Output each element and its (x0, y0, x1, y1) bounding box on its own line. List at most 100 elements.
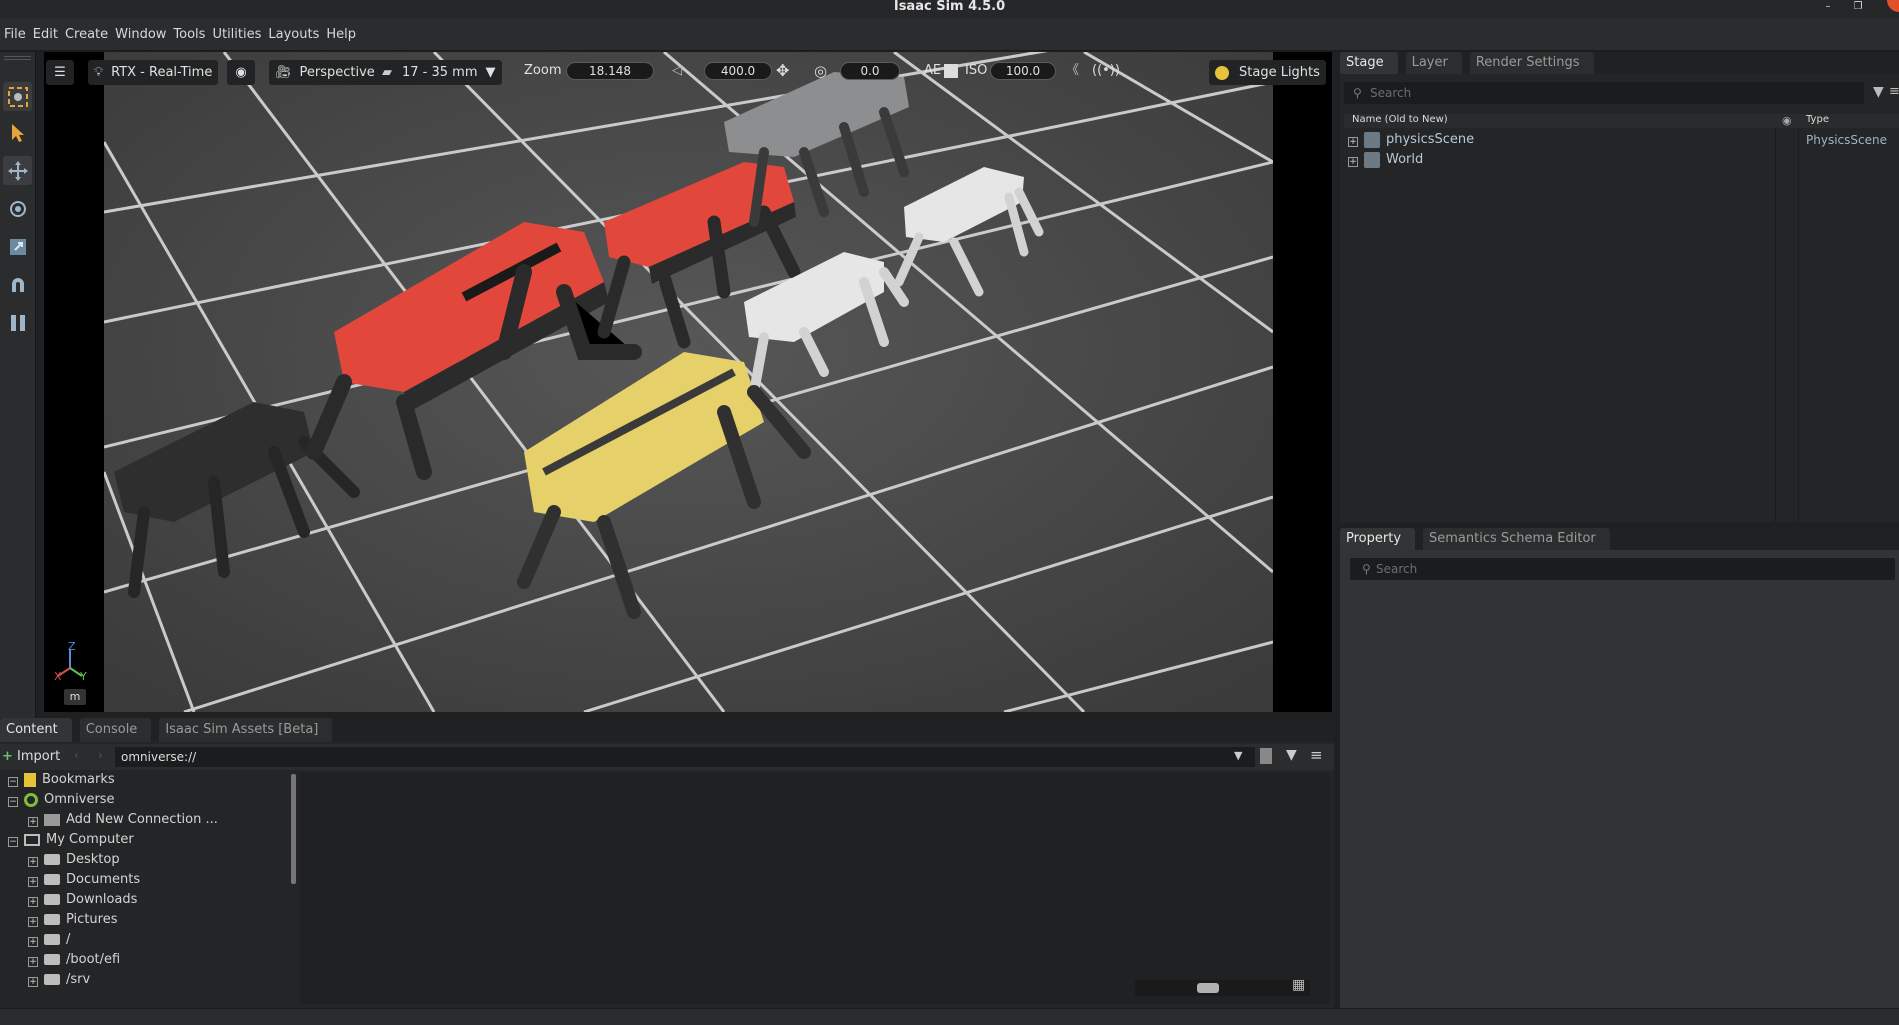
folder-tree-item[interactable]: − My Computer (8, 830, 134, 850)
options-menu-icon[interactable]: ≡ (1310, 746, 1323, 764)
file-grid[interactable] (300, 772, 1330, 1004)
bookmark-icon (24, 772, 36, 787)
folder-tree-item[interactable]: + /boot/efi (28, 950, 120, 970)
col-type-header[interactable]: Type (1806, 114, 1829, 125)
unit-badge[interactable]: m (64, 689, 86, 705)
forward-arrow-icon[interactable]: › (98, 748, 103, 762)
tab-property[interactable]: Property (1340, 528, 1416, 550)
folder-tree-item[interactable]: + / (28, 930, 70, 950)
expand-icon[interactable]: + (28, 877, 38, 887)
stage-search-input[interactable]: Search (1344, 82, 1864, 104)
menu-window[interactable]: Window (115, 27, 166, 42)
scene-view[interactable] (104, 52, 1273, 712)
menu-help[interactable]: Help (326, 27, 356, 42)
crosshair-icon[interactable]: ✥ (776, 62, 789, 80)
tab-content[interactable]: Content (0, 718, 72, 742)
folder-tree-item[interactable]: − Bookmarks (8, 770, 115, 790)
angle-field[interactable]: 0.0 (840, 62, 900, 80)
folder-tree-label: /srv (66, 972, 91, 987)
tab-layer[interactable]: Layer (1405, 52, 1462, 74)
grid-view-icon[interactable]: ▦ (1292, 977, 1305, 993)
menu-tools[interactable]: Tools (173, 27, 205, 42)
iso-field[interactable]: 100.0 (990, 62, 1056, 80)
tree-row[interactable]: + World (1348, 150, 1423, 170)
folder-tree-item[interactable]: + Add New Connection ... (28, 810, 218, 830)
settings-sliders-icon[interactable]: ☰ (46, 60, 74, 85)
tab-semantics-schema-editor[interactable]: Semantics Schema Editor (1423, 528, 1610, 550)
menu-icon[interactable]: ≡ (1889, 84, 1899, 99)
lens-button[interactable]: ▰ 17 - 35 mm ▼ (376, 60, 502, 85)
select-arrow-icon[interactable] (3, 118, 32, 147)
select-mode-icon[interactable] (3, 82, 32, 111)
folder-tree-item[interactable]: + /srv (28, 970, 90, 990)
grip-icon (4, 56, 31, 60)
expand-icon[interactable]: + (28, 977, 38, 987)
filter-icon[interactable]: ▼ (1873, 84, 1884, 100)
renderer-button[interactable]: 💡︎ RTX - Real-Time (88, 60, 219, 85)
thumbnail-size-slider[interactable] (1135, 980, 1310, 996)
expand-icon[interactable]: + (28, 817, 38, 827)
visibility-eye-icon[interactable]: ◉ (1782, 114, 1792, 127)
sun-icon (1215, 65, 1229, 80)
slider-handle[interactable] (1197, 983, 1219, 993)
back-arrow-icon[interactable]: ‹ (74, 748, 79, 762)
bookmark-add-icon[interactable] (1260, 748, 1272, 764)
expand-icon[interactable]: + (28, 957, 38, 967)
eye-icon[interactable]: ◉ (227, 60, 255, 85)
collapse-icon[interactable]: − (8, 777, 18, 787)
col-name-header[interactable]: Name (Old to New) (1352, 114, 1448, 125)
stage-lights-button[interactable]: Stage Lights (1209, 60, 1326, 85)
prim-icon (1364, 131, 1380, 148)
expand-icon[interactable]: + (28, 937, 38, 947)
folder-tree-label: /boot/efi (66, 952, 121, 967)
camera-label: Perspective (299, 65, 375, 80)
menu-bar: File Edit Create Window Tools Utilities … (0, 18, 1899, 51)
snap-magnet-icon[interactable] (3, 270, 32, 299)
scale-tool-icon[interactable] (3, 232, 32, 261)
prim-type: PhysicsScene (1806, 133, 1887, 147)
expand-icon[interactable]: + (28, 857, 38, 867)
broadcast-icon[interactable]: ((•)) (1092, 62, 1120, 80)
tree-row[interactable]: + physicsScene (1348, 130, 1474, 150)
restore-icon[interactable]: ❐ (1847, 0, 1869, 14)
filter-icon[interactable]: ▼ (1286, 747, 1297, 763)
speed-field[interactable]: 400.0 (704, 62, 772, 80)
folder-tree-item[interactable]: + Pictures (28, 910, 117, 930)
zoom-field[interactable]: 18.148 (566, 62, 654, 80)
menu-edit[interactable]: Edit (33, 27, 58, 42)
tab-render-settings[interactable]: Render Settings (1469, 52, 1594, 74)
collapse-chevron-icon[interactable]: 《 (1066, 62, 1079, 80)
camera-button[interactable]: 🎥︎ Perspective (269, 60, 381, 85)
expand-icon[interactable]: + (1348, 137, 1358, 147)
viewport[interactable]: ☰ 💡︎ RTX - Real-Time ◉ 🎥︎ Perspective ▰ … (44, 52, 1332, 712)
rotate-tool-icon[interactable] (3, 194, 32, 223)
drive-icon (44, 974, 60, 985)
expand-icon[interactable]: + (28, 917, 38, 927)
collapse-icon[interactable]: − (8, 797, 18, 807)
property-search-input[interactable]: Search (1350, 558, 1895, 580)
ae-checkbox[interactable] (944, 64, 958, 78)
tab-console[interactable]: Console (79, 718, 152, 742)
minimize-icon[interactable]: – (1817, 0, 1839, 14)
path-field[interactable]: omniverse:// (115, 747, 1255, 767)
tree-scrollbar[interactable] (291, 774, 296, 884)
omniverse-icon (24, 792, 38, 807)
pause-icon[interactable] (3, 308, 32, 337)
path-dropdown-icon[interactable]: ▼ (1234, 749, 1242, 762)
menu-file[interactable]: File (4, 27, 26, 42)
stage-header-row: Name (Old to New) ◉ Type (1344, 114, 1899, 128)
import-button[interactable]: + Import (2, 747, 60, 767)
menu-create[interactable]: Create (65, 27, 108, 42)
folder-tree-item[interactable]: + Downloads (28, 890, 137, 910)
menu-utilities[interactable]: Utilities (212, 27, 261, 42)
expand-icon[interactable]: + (28, 897, 38, 907)
collapse-icon[interactable]: − (8, 837, 18, 847)
expand-icon[interactable]: + (1348, 157, 1358, 167)
move-tool-icon[interactable] (3, 156, 32, 185)
menu-layouts[interactable]: Layouts (268, 27, 319, 42)
folder-tree-item[interactable]: + Documents (28, 870, 140, 890)
folder-tree-item[interactable]: + Desktop (28, 850, 120, 870)
tab-stage[interactable]: Stage (1340, 52, 1398, 74)
tab-isaac-sim-assets[interactable]: Isaac Sim Assets [Beta] (159, 718, 333, 742)
folder-tree-item[interactable]: − Omniverse (8, 790, 115, 810)
